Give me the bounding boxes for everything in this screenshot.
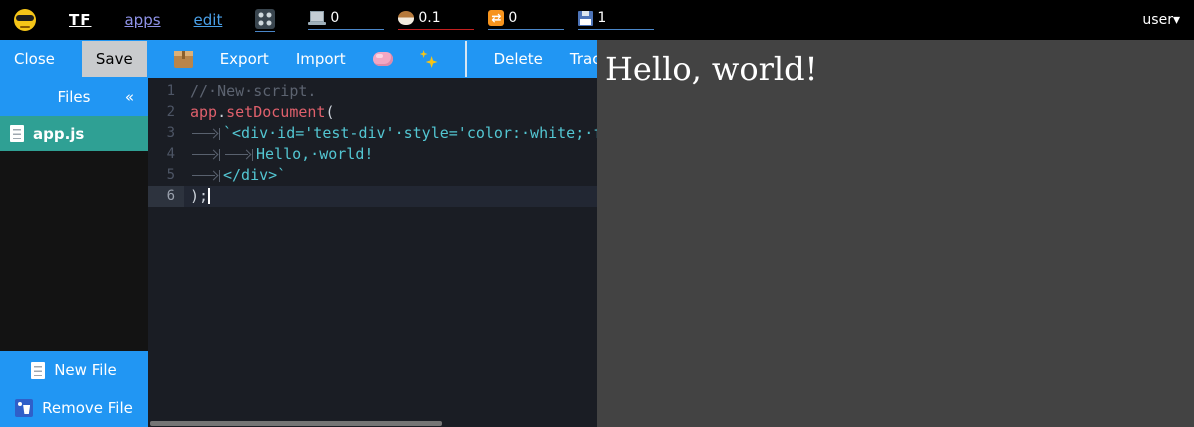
code-token: Hello,·world! [256, 145, 373, 163]
line-number: 6 [148, 186, 184, 207]
code-token: ); [190, 187, 208, 205]
workspace: Files « app.js New File Remove File 1 //·N… [0, 78, 597, 427]
line-number: 3 [148, 123, 184, 144]
line-content: ); [184, 186, 597, 207]
package-icon [174, 51, 193, 68]
new-file-button[interactable]: New File [0, 351, 148, 389]
floppy-disk-icon [578, 11, 593, 26]
sidebar-collapse-button[interactable]: « [125, 78, 134, 116]
counter-hamster-value: 0.1 [418, 10, 440, 26]
line-content: //·New·script. [184, 81, 597, 102]
page-icon [31, 362, 45, 379]
main-area: CloseSaveExportImportDeleteTrace Files «… [0, 40, 1194, 427]
tab-marker [190, 149, 220, 161]
text-cursor [208, 188, 210, 204]
files-header: Files « [0, 78, 148, 116]
control-knobs-link[interactable] [255, 9, 275, 32]
sparkles-icon [420, 50, 438, 68]
line-number: 4 [148, 144, 184, 165]
sidebar-empty-area [0, 151, 148, 351]
code-line-6: 6); [148, 186, 597, 207]
nav-edit-link[interactable]: edit [194, 11, 223, 29]
line-number: 5 [148, 165, 184, 186]
user-menu[interactable]: user▾ [1142, 12, 1180, 28]
code-line-3: 3 `<div·id='test-div'·style='color:·white… [148, 123, 597, 144]
tab-marker [190, 128, 220, 140]
preview-heading: Hello, world! [605, 50, 1194, 88]
toolbar-export-button[interactable]: Export [220, 50, 269, 68]
code-line-2: 2app.setDocument( [148, 102, 597, 123]
toolbar-save-button[interactable]: Save [82, 41, 147, 77]
counter-saves-value: 1 [597, 10, 606, 26]
new-file-label: New File [54, 361, 117, 379]
horizontal-scrollbar [148, 419, 597, 427]
code-token: . [217, 103, 226, 121]
code-lines: 1//·New·script.2app.setDocument(3`<div·i… [148, 81, 597, 207]
file-item-app.js[interactable]: app.js [0, 116, 148, 151]
code-token: `<div·id='test-div'·style='color:·white;… [223, 124, 597, 142]
remove-file-label: Remove File [42, 399, 133, 417]
toolbar-soap-button[interactable] [373, 52, 393, 66]
brand-link[interactable]: TF [69, 11, 91, 29]
counter-saves[interactable]: 1 [578, 10, 654, 30]
repeat-icon [488, 10, 504, 26]
toolbar: CloseSaveExportImportDeleteTrace [0, 40, 597, 78]
file-list: app.js [0, 116, 148, 151]
code-token: //·New·script. [190, 82, 316, 100]
files-header-title: Files [58, 88, 91, 106]
soap-icon [373, 52, 393, 66]
counter-repeat[interactable]: 0 [488, 10, 564, 30]
toolbar-import-button[interactable]: Import [296, 50, 346, 68]
toolbar-empty-button[interactable] [465, 41, 467, 77]
tab-marker [190, 170, 220, 182]
toolbar-package-button[interactable] [174, 51, 193, 68]
horizontal-scrollbar-thumb[interactable] [150, 421, 442, 426]
code-line-4: 4 Hello,·world! [148, 144, 597, 165]
line-content: </div>` [184, 165, 597, 186]
code-token: app [190, 103, 217, 121]
preview-pane: Hello, world! [597, 40, 1194, 427]
line-content: `<div·id='test-div'·style='color:·white;… [184, 123, 597, 144]
remove-file-button[interactable]: Remove File [0, 389, 148, 427]
tab-marker [223, 149, 253, 161]
code-line-5: 5 </div>` [148, 165, 597, 186]
toolbar-sparkles-button[interactable] [420, 50, 438, 68]
line-content: app.setDocument( [184, 102, 597, 123]
line-number: 2 [148, 102, 184, 123]
counter-cpu-value: 0 [330, 10, 339, 26]
file-item-label: app.js [33, 125, 84, 143]
litter-bin-icon [15, 399, 33, 417]
code-line-1: 1 //·New·script. [148, 81, 597, 102]
laptop-icon [308, 11, 326, 26]
toolbar-delete-button[interactable]: Delete [494, 50, 543, 68]
counter-cpu[interactable]: 0 [308, 10, 384, 30]
hamster-icon [398, 11, 414, 25]
line-number: 1 [148, 81, 184, 102]
code-token: ( [325, 103, 334, 121]
sidebar-actions: New File Remove File [0, 351, 148, 427]
toolbar-close-button[interactable]: Close [14, 50, 55, 68]
control-knobs-icon [255, 9, 275, 29]
editor-pane: CloseSaveExportImportDeleteTrace Files «… [0, 40, 597, 427]
counter-repeat-value: 0 [508, 10, 517, 26]
line-content: Hello,·world! [184, 144, 597, 165]
code-token: setDocument [226, 103, 325, 121]
page-icon [10, 125, 24, 142]
code-editor[interactable]: 1//·New·script.2app.setDocument(3`<div·i… [148, 78, 597, 427]
nav-apps-link[interactable]: apps [124, 11, 160, 29]
sunglasses-face-icon [14, 9, 36, 31]
status-counters: 0 0.1 0 1 [308, 10, 654, 30]
topbar: TF apps edit 0 0.1 0 1 user▾ [0, 0, 1194, 40]
counter-hamster[interactable]: 0.1 [398, 10, 474, 30]
code-token: </div>` [223, 166, 286, 184]
file-sidebar: Files « app.js New File Remove File [0, 78, 148, 427]
